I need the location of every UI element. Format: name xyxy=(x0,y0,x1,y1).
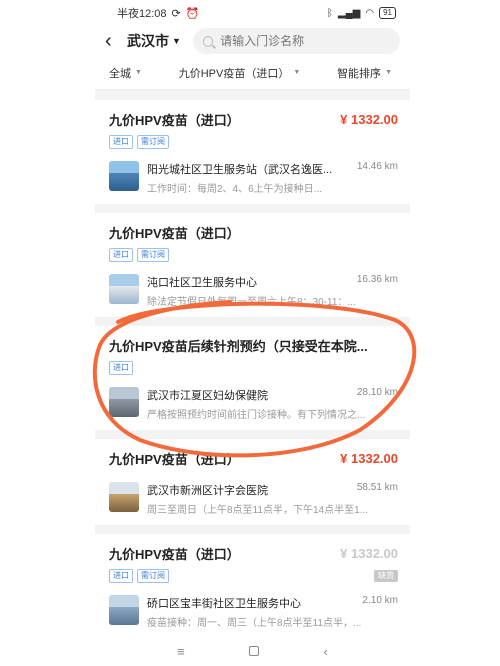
caret-down-icon: ▼ xyxy=(293,69,301,76)
filter-area[interactable]: 全城 ▼ xyxy=(109,65,142,81)
clinic-name: 武汉市江夏区妇幼保健院 xyxy=(147,390,268,402)
clinic-distance: 58.51 km xyxy=(356,482,398,493)
vaccine-card[interactable]: 九价HPV疫苗（进口） 进口 需订阅 沌口社区卫生服务中心 16.36 km 除… xyxy=(95,213,410,317)
tag-imported: 进口 xyxy=(109,135,133,149)
signal-icon: ▂▄▆ xyxy=(337,7,361,19)
clinic-description: 疫苗接种：周一、周三（上午8点半至11点半，... xyxy=(147,618,362,629)
clinic-photo xyxy=(109,595,139,625)
tag-imported: 进口 xyxy=(109,361,133,375)
search-box[interactable] xyxy=(192,28,400,54)
clinic-row[interactable]: 阳光城社区卫生服务站（武汉名逸医... 14.46 km 工作时间：每周2、4、… xyxy=(109,161,398,195)
menu-icon[interactable]: ≡ xyxy=(177,644,185,659)
vaccine-price: ¥ 1332.00 xyxy=(340,451,398,466)
out-of-stock-badge: 缺货 xyxy=(374,570,398,582)
clinic-distance: 16.36 km xyxy=(356,274,398,285)
alarm-icon: ⏰ xyxy=(185,7,200,20)
clinic-row[interactable]: 武汉市江夏区妇幼保健院 28.10 km 严格按照预约时间前往门诊接种。有下列情… xyxy=(109,387,398,421)
system-navbar: ≡ ‹ xyxy=(95,636,410,666)
clinic-distance: 14.46 km xyxy=(356,161,398,172)
filter-vaccine-label: 九价HPV疫苗（进口） xyxy=(178,67,290,80)
clinic-photo xyxy=(109,482,139,512)
clinic-description: 工作时间：每周2、4、6上午为接种日... xyxy=(147,184,323,195)
vaccine-price: ¥ 1332.00 xyxy=(340,112,398,127)
clinic-row[interactable]: 武汉市新洲区计字会医院 58.51 km 周三至周日（上午8点至11点半，下午1… xyxy=(109,482,398,516)
phone-screen: 半夜12:08 ⟳ ⏰ ᛒ ▂▄▆ ◠ 91 ‹ 武汉市 ▼ 全城 ▼ 九价HP… xyxy=(95,0,410,666)
wifi-icon: ◠ xyxy=(365,7,375,19)
sync-icon: ⟳ xyxy=(171,7,181,20)
vaccine-card[interactable]: 九价HPV疫苗（进口） ¥ 1332.00 武汉市新洲区计字会医院 58.51 … xyxy=(95,439,410,525)
vaccine-card[interactable]: 九价HPV疫苗（进口） ¥ 1332.00 进口 需订阅 缺货 硚口区宝丰街社区… xyxy=(95,534,410,638)
clinic-name: 硚口区宝丰街社区卫生服务中心 xyxy=(147,598,301,610)
caret-down-icon: ▼ xyxy=(135,69,142,76)
status-time: 半夜12:08 xyxy=(117,8,167,20)
vaccine-card[interactable]: 九价HPV疫苗后续针剂预约（只接受在本院... 进口 武汉市江夏区妇幼保健院 2… xyxy=(95,326,410,430)
filter-vaccine[interactable]: 九价HPV疫苗（进口） ▼ xyxy=(179,65,301,81)
filter-bar: 全城 ▼ 九价HPV疫苗（进口） ▼ 智能排序 ▼ xyxy=(95,56,410,90)
tag-imported: 进口 xyxy=(109,569,133,583)
clinic-description: 严格按照预约时间前往门诊接种。有下列情况之... xyxy=(147,410,366,421)
filter-area-label: 全城 xyxy=(109,67,131,80)
clinic-photo xyxy=(109,387,139,417)
battery-icon: 91 xyxy=(379,7,396,19)
vaccine-title: 九价HPV疫苗后续针剂预约（只接受在本院... xyxy=(109,339,368,354)
search-input[interactable] xyxy=(220,34,390,48)
vaccine-price: ¥ 1332.00 xyxy=(340,546,398,561)
status-bar: 半夜12:08 ⟳ ⏰ ᛒ ▂▄▆ ◠ 91 xyxy=(95,0,410,26)
clinic-name: 沌口社区卫生服务中心 xyxy=(147,277,257,289)
clinic-name: 武汉市新洲区计字会医院 xyxy=(147,485,268,497)
back-chevron-icon[interactable]: ‹ xyxy=(323,644,327,659)
filter-sort[interactable]: 智能排序 ▼ xyxy=(337,65,392,81)
filter-sort-label: 智能排序 xyxy=(337,67,382,80)
clinic-row[interactable]: 硚口区宝丰街社区卫生服务中心 2.10 km 疫苗接种：周一、周三（上午8点半至… xyxy=(109,595,398,629)
tag-imported: 进口 xyxy=(109,248,133,262)
tag-subscribe: 需订阅 xyxy=(137,248,169,262)
tag-subscribe: 需订阅 xyxy=(137,569,169,583)
clinic-row[interactable]: 沌口社区卫生服务中心 16.36 km 除法定节假日外每周一至周六上午8：30-… xyxy=(109,274,398,308)
vaccine-title: 九价HPV疫苗（进口） xyxy=(109,226,240,241)
clinic-photo xyxy=(109,274,139,304)
vaccine-title: 九价HPV疫苗（进口） xyxy=(109,452,240,467)
city-label: 武汉市 xyxy=(127,33,169,49)
clinic-description: 周三至周日（上午8点至11点半，下午14点半至1... xyxy=(147,505,368,516)
clinic-description: 除法定节假日外每周一至周六上午8：30-11：... xyxy=(147,297,356,308)
tag-subscribe: 需订阅 xyxy=(137,135,169,149)
clinic-list: 九价HPV疫苗（进口） ¥ 1332.00 进口 需订阅 阳光城社区卫生服务站（… xyxy=(95,90,410,638)
clinic-distance: 2.10 km xyxy=(362,595,398,606)
clinic-photo xyxy=(109,161,139,191)
city-selector[interactable]: 武汉市 ▼ xyxy=(127,31,181,51)
home-square-icon[interactable] xyxy=(249,646,260,656)
back-arrow-icon[interactable]: ‹ xyxy=(105,30,119,53)
clinic-name: 阳光城社区卫生服务站（武汉名逸医... xyxy=(147,164,333,176)
clinic-distance: 28.10 km xyxy=(356,387,398,398)
vaccine-title: 九价HPV疫苗（进口） xyxy=(109,113,240,128)
search-icon xyxy=(202,35,214,47)
vaccine-title: 九价HPV疫苗（进口） xyxy=(109,547,240,562)
bluetooth-icon: ᛒ xyxy=(326,7,333,19)
vaccine-card[interactable]: 九价HPV疫苗（进口） ¥ 1332.00 进口 需订阅 阳光城社区卫生服务站（… xyxy=(95,100,410,204)
caret-down-icon: ▼ xyxy=(172,36,181,46)
caret-down-icon: ▼ xyxy=(385,69,392,76)
header: ‹ 武汉市 ▼ xyxy=(95,26,410,56)
